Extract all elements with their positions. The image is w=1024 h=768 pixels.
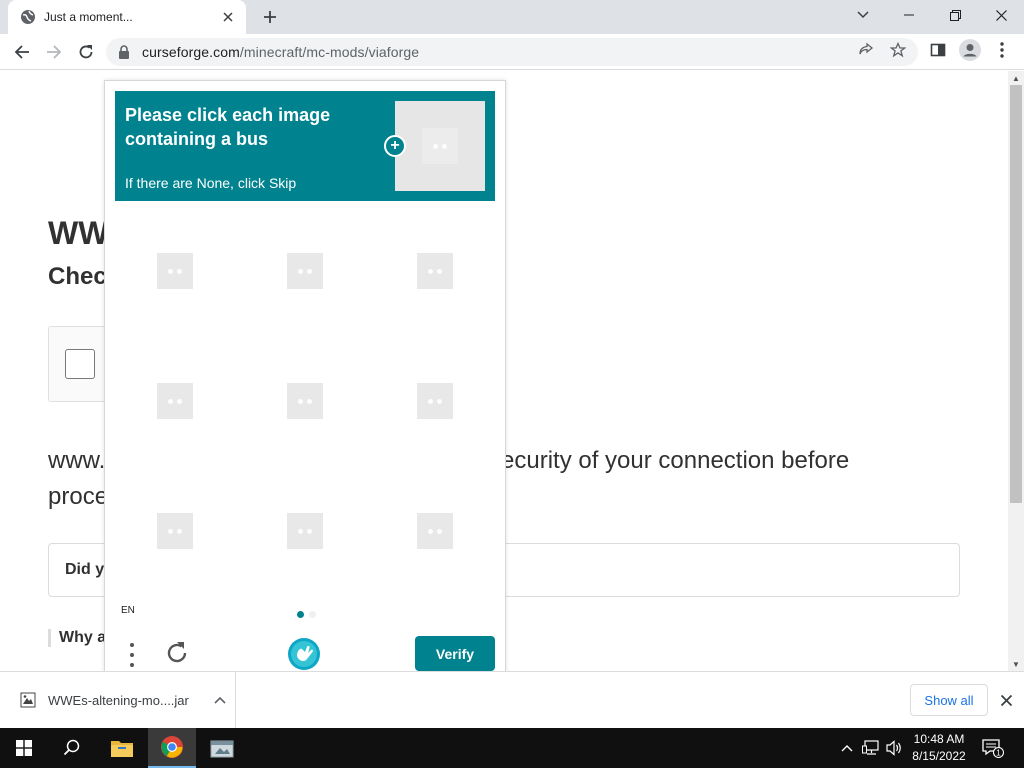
why-section-heading: Why a <box>48 629 106 647</box>
minimize-button[interactable] <box>886 0 932 30</box>
side-panel-icon[interactable] <box>926 38 950 62</box>
hcaptcha-logo-icon[interactable] <box>287 637 321 671</box>
captcha-tile[interactable] <box>287 253 323 289</box>
start-button[interactable] <box>0 728 48 768</box>
captcha-menu-icon[interactable] <box>125 641 139 669</box>
url-domain: curseforge.com <box>142 44 240 60</box>
human-check-checkbox[interactable] <box>65 349 95 379</box>
share-icon[interactable] <box>854 38 878 62</box>
lock-icon[interactable] <box>118 45 132 59</box>
back-button[interactable] <box>8 38 36 66</box>
challenge-page-indicator <box>297 611 316 618</box>
jar-file-icon <box>20 692 36 708</box>
captcha-hint-text: If there are None, click Skip <box>125 175 297 191</box>
browser-tab[interactable]: Just a moment... <box>8 0 246 34</box>
scroll-down-arrow-icon[interactable]: ▼ <box>1008 657 1024 671</box>
reload-button[interactable] <box>72 38 100 66</box>
page-dot-active <box>297 611 304 618</box>
search-icon[interactable] <box>48 728 96 768</box>
tab-title: Just a moment... <box>44 10 133 24</box>
app-window-icon[interactable] <box>198 728 246 768</box>
download-options-chevron-icon[interactable] <box>205 696 235 704</box>
image-loading-placeholder <box>422 128 458 164</box>
file-explorer-icon[interactable] <box>98 728 146 768</box>
bookmark-star-icon[interactable] <box>886 38 910 62</box>
scroll-up-arrow-icon[interactable]: ▲ <box>1008 71 1024 85</box>
close-download-bar-icon[interactable] <box>996 688 1016 712</box>
globe-icon <box>20 9 36 25</box>
new-tab-button[interactable] <box>258 6 282 28</box>
download-item[interactable]: WWEs-altening-mo....jar <box>0 672 236 728</box>
download-bar: WWEs-altening-mo....jar Show all <box>0 671 1024 728</box>
body-right-line-1: ecurity of your connection before <box>501 447 850 474</box>
show-all-downloads-button[interactable]: Show all <box>910 684 988 716</box>
captcha-prompt-text: Please click each image containing a bus <box>125 105 331 149</box>
page-scrollbar[interactable]: ▲ ▼ <box>1008 71 1024 671</box>
captcha-tile[interactable] <box>417 383 453 419</box>
captcha-tile[interactable] <box>287 383 323 419</box>
captcha-tile[interactable] <box>417 253 453 289</box>
chrome-taskbar-icon[interactable] <box>148 728 196 768</box>
show-hidden-icons-chevron-icon[interactable] <box>838 728 856 768</box>
clock-time: 10:48 AM <box>913 732 965 746</box>
page-subheading: Chec <box>48 263 107 290</box>
captcha-tile[interactable] <box>417 513 453 549</box>
browser-toolbar: curseforge.com/minecraft/mc-mods/viaforg… <box>0 34 1024 70</box>
page-heading: WW <box>48 215 109 251</box>
tab-search-chevron-icon[interactable] <box>840 0 886 30</box>
restore-button[interactable] <box>932 0 978 30</box>
captcha-tile[interactable] <box>157 253 193 289</box>
profile-avatar-icon[interactable] <box>958 38 982 62</box>
clock-date: 8/15/2022 <box>912 749 966 763</box>
captcha-tile[interactable] <box>287 513 323 549</box>
forward-button[interactable] <box>40 38 68 66</box>
scrollbar-thumb[interactable] <box>1010 85 1022 503</box>
captcha-tile[interactable] <box>157 513 193 549</box>
notification-count: 1 <box>996 749 1001 758</box>
kebab-menu-icon[interactable] <box>990 38 1014 62</box>
address-bar[interactable]: curseforge.com/minecraft/mc-mods/viaforg… <box>106 38 918 66</box>
close-window-button[interactable] <box>978 0 1024 30</box>
windows-taskbar: 10:48 AM 8/15/2022 1 <box>0 728 1024 768</box>
captcha-tile[interactable] <box>157 383 193 419</box>
captcha-example-image[interactable] <box>395 101 485 191</box>
download-file-name: WWEs-altening-mo....jar <box>48 692 189 708</box>
url-text: curseforge.com/minecraft/mc-mods/viaforg… <box>142 44 419 60</box>
language-selector[interactable]: EN <box>121 605 135 616</box>
hcaptcha-challenge: Please click each image containing a bus… <box>104 80 506 680</box>
notification-center-icon[interactable]: 1 <box>980 728 1006 768</box>
refresh-challenge-icon[interactable] <box>163 639 191 667</box>
page-dot <box>309 611 316 618</box>
system-clock[interactable]: 10:48 AM 8/15/2022 <box>902 731 976 765</box>
captcha-prompt-header: Please click each image containing a bus… <box>115 91 495 201</box>
expand-example-plus-icon[interactable]: + <box>384 135 406 157</box>
verify-button[interactable]: Verify <box>415 636 495 671</box>
url-path: /minecraft/mc-mods/viaforge <box>239 44 420 60</box>
tab-close-icon[interactable] <box>220 9 236 25</box>
tab-strip: Just a moment... <box>0 0 1024 34</box>
network-icon[interactable] <box>860 728 882 768</box>
